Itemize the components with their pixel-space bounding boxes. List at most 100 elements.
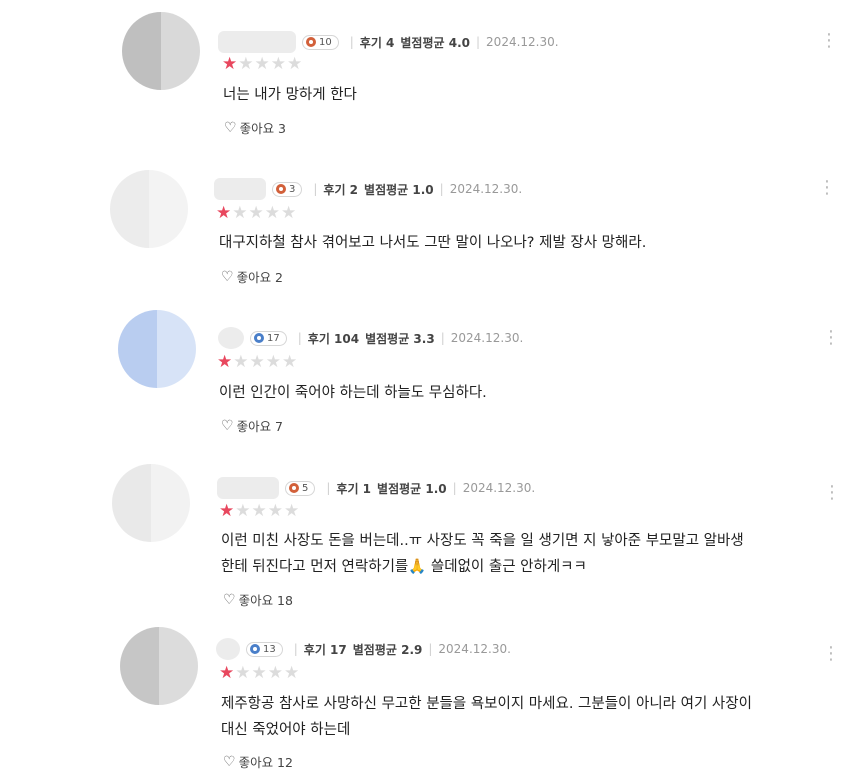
review-meta: 3 | 후기 2 별점평균 1.0 | 2024.12.30.: [214, 177, 522, 201]
review-meta: 13 | 후기 17 별점평균 2.9 | 2024.12.30.: [216, 637, 511, 661]
review-date: 2024.12.30.: [450, 331, 524, 345]
divider: |: [440, 331, 445, 345]
review-count: 후기 17: [303, 642, 347, 657]
star-icon: ★: [264, 203, 281, 223]
star-icon: ★: [222, 54, 239, 74]
star-icon: ★: [270, 54, 287, 74]
divider: |: [313, 182, 318, 196]
like-button[interactable]: ♡ 좋아요 2: [221, 267, 283, 286]
badge-count: 5: [302, 482, 309, 494]
divider: |: [452, 481, 457, 495]
review-count: 후기 104: [307, 331, 360, 346]
rating-average: 별점평균 4.0: [400, 35, 470, 50]
like-label: 좋아요 7: [236, 419, 283, 434]
level-badge: 17: [250, 330, 287, 346]
review-count: 후기 1: [336, 481, 372, 496]
more-options-icon[interactable]: ⋮: [822, 329, 840, 347]
star-icon: ★: [232, 203, 249, 223]
rating-average: 별점평균 1.0: [364, 182, 434, 197]
avatar-right: [151, 464, 190, 542]
nickname[interactable]: [216, 638, 240, 660]
star-icon: ★: [284, 663, 301, 683]
review-meta: 10 | 후기 4 별점평균 4.0 | 2024.12.30.: [218, 30, 559, 54]
badge-icon: [306, 37, 316, 47]
nickname[interactable]: [217, 477, 279, 499]
like-button[interactable]: ♡ 좋아요 12: [223, 752, 293, 771]
star-icon: ★: [235, 501, 252, 521]
badge-count: 10: [319, 36, 332, 48]
review-text-line: 너는 내가 망하게 한다: [223, 87, 357, 103]
divider: |: [293, 642, 298, 656]
more-options-icon[interactable]: ⋮: [823, 484, 841, 502]
star-icon: ★: [251, 663, 268, 683]
like-button[interactable]: ♡ 좋아요 3: [224, 118, 286, 137]
divider: |: [428, 642, 433, 656]
star-icon: ★: [265, 352, 282, 372]
avatar[interactable]: [122, 12, 200, 90]
review-text-line: 제주항공 참사로 사망하신 무고한 분들을 욕보이지 마세요. 그분들이 아니라…: [221, 696, 752, 712]
review-date: 2024.12.30.: [438, 642, 511, 656]
like-label: 좋아요 12: [238, 755, 293, 770]
like-button[interactable]: ♡ 좋아요 18: [223, 590, 293, 609]
star-rating: ★★★★★: [216, 205, 297, 222]
star-icon: ★: [249, 352, 266, 372]
review-text-line: 한테 뒤진다고 먼저 연락하기를🙏 쓸데없이 출근 안하게ㅋㅋ: [221, 559, 587, 575]
heart-outline-icon: ♡: [224, 119, 237, 136]
review-text: 너는 내가 망하게 한다: [223, 82, 357, 108]
badge-count: 13: [263, 643, 276, 655]
avatar-left: [118, 310, 157, 388]
heart-outline-icon: ♡: [221, 417, 234, 434]
heart-outline-icon: ♡: [223, 753, 236, 770]
review-text-line: 이런 미친 사장도 돈을 버는데..ㅠ 사장도 꼭 죽을 일 생기면 지 낳아준…: [221, 533, 744, 549]
badge-icon: [250, 644, 260, 654]
divider: |: [476, 35, 481, 49]
badge-icon: [276, 184, 286, 194]
badge-icon: [254, 333, 264, 343]
star-icon: ★: [267, 501, 284, 521]
avatar[interactable]: [118, 310, 196, 388]
level-badge: 13: [246, 641, 283, 657]
star-icon: ★: [281, 203, 298, 223]
more-options-icon[interactable]: ⋮: [822, 645, 840, 663]
rating-average: 별점평균 3.3: [365, 331, 435, 346]
star-icon: ★: [267, 663, 284, 683]
star-rating: ★★★★★: [217, 354, 298, 371]
divider: |: [349, 35, 354, 49]
nickname[interactable]: [218, 31, 296, 53]
star-icon: ★: [248, 203, 265, 223]
star-icon: ★: [219, 501, 236, 521]
badge-count: 3: [289, 183, 296, 195]
like-label: 좋아요 2: [236, 270, 283, 285]
level-badge: 3: [272, 181, 303, 197]
avatar[interactable]: [120, 627, 198, 705]
avatar-right: [149, 170, 188, 248]
review-date: 2024.12.30.: [449, 182, 523, 196]
avatar[interactable]: [112, 464, 190, 542]
avatar-left: [120, 627, 159, 705]
star-icon: ★: [282, 352, 299, 372]
star-icon: ★: [217, 352, 234, 372]
review-date: 2024.12.30.: [462, 481, 536, 495]
more-options-icon[interactable]: ⋮: [820, 32, 838, 50]
level-badge: 5: [285, 480, 316, 496]
star-icon: ★: [216, 203, 233, 223]
star-icon: ★: [284, 501, 301, 521]
star-icon: ★: [287, 54, 304, 74]
review-count: 후기 4: [359, 35, 395, 50]
review-meta: 17 | 후기 104 별점평균 3.3 | 2024.12.30.: [218, 326, 523, 350]
star-rating: ★★★★★: [219, 665, 300, 682]
review-meta: 5 | 후기 1 별점평균 1.0 | 2024.12.30.: [217, 476, 535, 500]
nickname[interactable]: [214, 178, 266, 200]
star-icon: ★: [254, 54, 271, 74]
avatar-right: [157, 310, 196, 388]
more-options-icon[interactable]: ⋮: [818, 179, 836, 197]
like-label: 좋아요 3: [239, 121, 286, 136]
avatar[interactable]: [110, 170, 188, 248]
star-icon: ★: [233, 352, 250, 372]
like-label: 좋아요 18: [238, 593, 293, 608]
like-button[interactable]: ♡ 좋아요 7: [221, 416, 283, 435]
nickname[interactable]: [218, 327, 244, 349]
review-text: 이런 인간이 죽어야 하는데 하늘도 무심하다.: [219, 380, 487, 406]
avatar-left: [122, 12, 161, 90]
review-count: 후기 2: [323, 182, 359, 197]
